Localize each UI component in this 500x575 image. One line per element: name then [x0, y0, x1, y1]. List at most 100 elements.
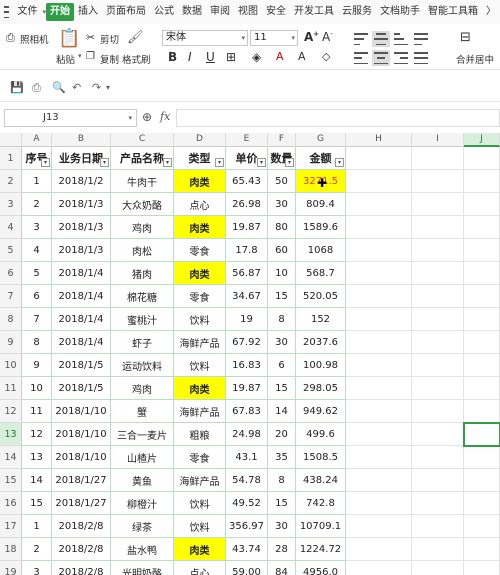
- cell-H8[interactable]: [346, 308, 412, 331]
- cell-E17[interactable]: 356.97: [226, 515, 268, 538]
- cell-F8[interactable]: 8: [268, 308, 296, 331]
- cell-H3[interactable]: [346, 193, 412, 216]
- menu-9[interactable]: 开发工具: [290, 3, 338, 21]
- font-color-icon[interactable]: A: [276, 50, 284, 63]
- cell-C16[interactable]: 柳橙汁: [111, 492, 174, 515]
- cell-B3[interactable]: 2018/1/3: [52, 193, 111, 216]
- cell-H19[interactable]: [346, 561, 412, 575]
- cell-I2[interactable]: [412, 170, 464, 193]
- cell-A10[interactable]: 9: [22, 354, 52, 377]
- cell-I9[interactable]: [412, 331, 464, 354]
- cell-B12[interactable]: 2018/1/10: [52, 400, 111, 423]
- cell-E19[interactable]: 59.00: [226, 561, 268, 575]
- filter-dropdown-icon[interactable]: ▾: [100, 158, 109, 167]
- cell-F9[interactable]: 30: [268, 331, 296, 354]
- cell-I13[interactable]: [412, 423, 464, 446]
- format-painter-button[interactable]: 格式刷: [122, 52, 151, 66]
- row-header-19[interactable]: 19: [0, 561, 22, 575]
- align-bottom-icon[interactable]: [394, 33, 408, 45]
- cell-A8[interactable]: 7: [22, 308, 52, 331]
- quickbar-dropdown-icon[interactable]: ▾: [106, 83, 110, 92]
- cell-B18[interactable]: 2018/2/8: [52, 538, 111, 561]
- cell-E11[interactable]: 19.87: [226, 377, 268, 400]
- cell-F2[interactable]: 50: [268, 170, 296, 193]
- cell-I6[interactable]: [412, 262, 464, 285]
- font-name-select[interactable]: 宋体 ▾: [162, 30, 248, 46]
- name-box[interactable]: J13 ▾: [4, 109, 137, 127]
- eraser-icon[interactable]: ◇: [322, 50, 330, 63]
- font-size-select[interactable]: 11 ▾: [250, 30, 298, 46]
- cell-B19[interactable]: 2018/2/8: [52, 561, 111, 575]
- menu-0[interactable]: 文件: [13, 3, 41, 21]
- cell-F17[interactable]: 30: [268, 515, 296, 538]
- header-cell-D[interactable]: 类型 ▾: [174, 147, 226, 170]
- cell-D2[interactable]: 肉类: [174, 170, 226, 193]
- cell-H13[interactable]: [346, 423, 412, 446]
- cell-G18[interactable]: 1224.72: [296, 538, 346, 561]
- cell-E13[interactable]: 24.98: [226, 423, 268, 446]
- cell-E8[interactable]: 19: [226, 308, 268, 331]
- cell-A18[interactable]: 2: [22, 538, 52, 561]
- cell-F18[interactable]: 28: [268, 538, 296, 561]
- cell-G16[interactable]: 742.8: [296, 492, 346, 515]
- cell-D14[interactable]: 零食: [174, 446, 226, 469]
- cell-I8[interactable]: [412, 308, 464, 331]
- cell-J2[interactable]: [464, 170, 500, 193]
- cell-D3[interactable]: 点心: [174, 193, 226, 216]
- cell-J18[interactable]: [464, 538, 500, 561]
- header-cell-C[interactable]: 产品名称 ▾: [111, 147, 174, 170]
- cell-E16[interactable]: 49.52: [226, 492, 268, 515]
- cell-C3[interactable]: 大众奶酪: [111, 193, 174, 216]
- cell-J17[interactable]: [464, 515, 500, 538]
- cell-B11[interactable]: 2018/1/5: [52, 377, 111, 400]
- cell-D16[interactable]: 饮料: [174, 492, 226, 515]
- cell-D4[interactable]: 肉类: [174, 216, 226, 239]
- cell-A11[interactable]: 10: [22, 377, 52, 400]
- brush-icon[interactable]: 🖌: [127, 30, 144, 45]
- column-header-J[interactable]: J: [464, 133, 500, 147]
- shrink-font-button[interactable]: A-: [322, 30, 333, 44]
- cell-E5[interactable]: 17.8: [226, 239, 268, 262]
- column-header-A[interactable]: A: [22, 133, 52, 147]
- cell-D13[interactable]: 粗粮: [174, 423, 226, 446]
- cell-J9[interactable]: [464, 331, 500, 354]
- fill-color-icon[interactable]: ◈: [252, 50, 261, 64]
- cell-H5[interactable]: [346, 239, 412, 262]
- filter-dropdown-icon[interactable]: ▾: [215, 158, 224, 167]
- select-all-corner[interactable]: [0, 133, 22, 147]
- cell-D6[interactable]: 肉类: [174, 262, 226, 285]
- cell-E2[interactable]: 65.43: [226, 170, 268, 193]
- menu-3[interactable]: 页面布局: [102, 3, 150, 21]
- column-header-E[interactable]: E: [226, 133, 268, 147]
- cell-F5[interactable]: 60: [268, 239, 296, 262]
- cell-I1[interactable]: [412, 147, 464, 170]
- cell-B2[interactable]: 2018/1/2: [52, 170, 111, 193]
- cell-F14[interactable]: 35: [268, 446, 296, 469]
- menu-1[interactable]: 开始: [46, 3, 74, 21]
- cell-D7[interactable]: 零食: [174, 285, 226, 308]
- save-icon[interactable]: 💾: [10, 81, 24, 94]
- cell-F19[interactable]: 84: [268, 561, 296, 575]
- grow-font-button[interactable]: A+: [304, 30, 319, 44]
- column-header-I[interactable]: I: [412, 133, 464, 147]
- cell-G10[interactable]: 100.98: [296, 354, 346, 377]
- align-center-icon[interactable]: [372, 50, 390, 66]
- row-header-15[interactable]: 15: [0, 469, 22, 492]
- copy-icon[interactable]: ❐: [86, 51, 95, 62]
- row-header-3[interactable]: 3: [0, 193, 22, 216]
- cell-I18[interactable]: [412, 538, 464, 561]
- cell-F3[interactable]: 30: [268, 193, 296, 216]
- cell-J8[interactable]: [464, 308, 500, 331]
- cell-B13[interactable]: 2018/1/10: [52, 423, 111, 446]
- cell-B15[interactable]: 2018/1/27: [52, 469, 111, 492]
- cell-H15[interactable]: [346, 469, 412, 492]
- cell-B17[interactable]: 2018/2/8: [52, 515, 111, 538]
- cell-I16[interactable]: [412, 492, 464, 515]
- cell-F11[interactable]: 15: [268, 377, 296, 400]
- row-header-9[interactable]: 9: [0, 331, 22, 354]
- cell-E14[interactable]: 43.1: [226, 446, 268, 469]
- cell-G11[interactable]: 298.05: [296, 377, 346, 400]
- row-header-13[interactable]: 13: [0, 423, 22, 446]
- cell-A5[interactable]: 4: [22, 239, 52, 262]
- cell-E10[interactable]: 16.83: [226, 354, 268, 377]
